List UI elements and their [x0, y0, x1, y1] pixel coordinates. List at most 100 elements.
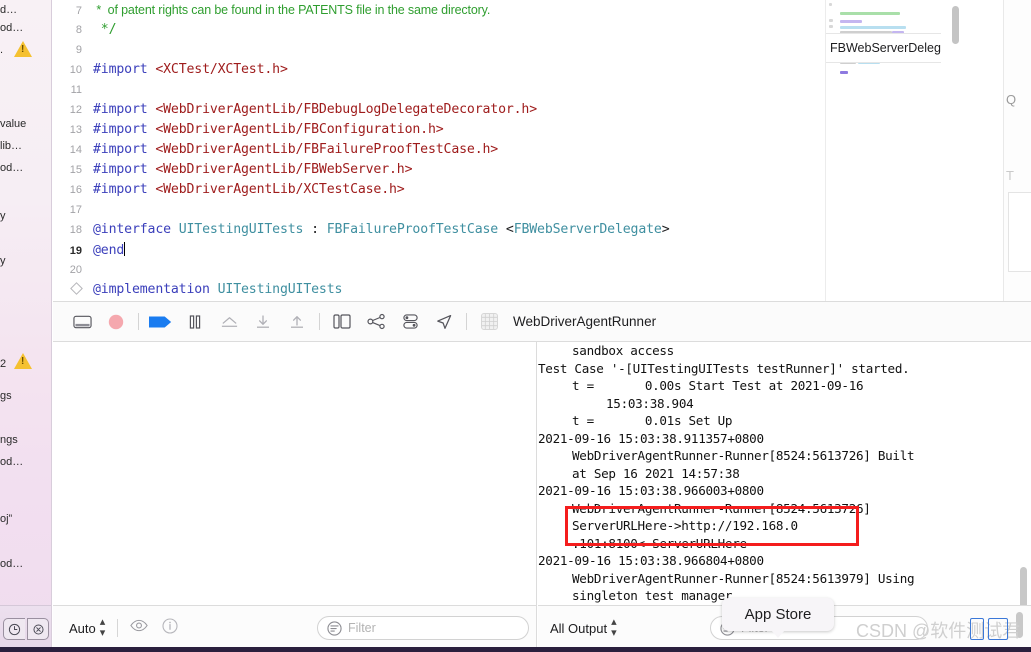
code-token: < — [498, 222, 514, 237]
simulate-location-button[interactable] — [427, 307, 461, 337]
navigator-entry-label[interactable]: 2 — [0, 358, 6, 370]
pause-icon — [189, 314, 201, 329]
navigator-entry-label[interactable]: oj” — [0, 513, 12, 525]
navigator-entry-label[interactable]: lib… — [0, 140, 22, 152]
navigator-entry-label[interactable]: gs — [0, 390, 12, 402]
debug-view-hierarchy-button[interactable] — [325, 307, 359, 337]
line-number[interactable]: 15 — [53, 160, 93, 180]
code-text: * of patent rights can be found in the P… — [93, 0, 490, 21]
line-number[interactable]: 19 — [53, 241, 93, 261]
line-number[interactable]: 11 — [53, 80, 93, 100]
step-into-button[interactable] — [246, 307, 280, 337]
eye-icon[interactable] — [130, 619, 149, 637]
variables-view[interactable] — [53, 342, 537, 605]
step-out-button[interactable] — [280, 307, 314, 337]
warning-triangle-icon[interactable] — [14, 353, 32, 369]
console-line: 2021-09-16 15:03:38.966003+0800 — [538, 483, 764, 498]
source-code-editor[interactable]: 7 * of patent rights can be found in the… — [53, 0, 965, 301]
code-text: #import <WebDriverAgentLib/FBDebugLogDel… — [93, 100, 537, 120]
code-token: #import — [93, 102, 148, 117]
inspector-panel-sliver[interactable]: Q T — [1003, 0, 1031, 301]
environment-overrides-button[interactable] — [393, 307, 427, 337]
line-number[interactable]: 20 — [53, 260, 93, 280]
debug-memory-graph-button[interactable] — [359, 307, 393, 337]
navigator-entry-label[interactable]: od… — [0, 22, 23, 34]
navigator-entry-label[interactable]: od… — [0, 162, 23, 174]
code-token: @interface — [93, 222, 171, 237]
bar-separator — [117, 619, 119, 637]
code-token: <WebDriverAgentLib/FBWebServer.h> — [155, 162, 413, 177]
code-token: */ — [93, 22, 117, 37]
continue-button[interactable] — [144, 307, 178, 337]
navigator-entry-label[interactable]: d… — [0, 4, 17, 16]
variables-bottom-bar[interactable]: Auto ▴ ▾ Filter — [53, 605, 537, 650]
line-number[interactable]: 17 — [53, 200, 93, 220]
line-number[interactable]: 13 — [53, 120, 93, 140]
navigator-entry-label[interactable]: ngs — [0, 434, 18, 446]
filter-icon — [327, 620, 342, 636]
navigator-filter-bar[interactable] — [0, 605, 51, 652]
code-token: * of patent rights can be found in the P… — [93, 3, 491, 17]
location-arrow-icon — [437, 314, 452, 329]
watermark-badge-right — [988, 618, 1008, 640]
debug-toolbar[interactable]: WebDriverAgentRunner — [53, 301, 1031, 342]
navigator-entry-label[interactable]: od… — [0, 456, 23, 468]
step-into-icon — [257, 314, 269, 328]
console-vertical-scrollbar[interactable] — [1020, 567, 1027, 605]
line-number[interactable]: 16 — [53, 180, 93, 200]
navigator-entry-label[interactable]: y — [0, 255, 6, 267]
code-text: @interface UITestingUITests : FBFailureP… — [93, 220, 670, 240]
navigator-entry-label[interactable]: od… — [0, 558, 23, 570]
console-line: t = 0.01s Set Up — [572, 413, 733, 428]
code-token: @end — [93, 243, 125, 258]
code-token: <WebDriverAgentLib/XCTestCase.h> — [155, 182, 405, 197]
chevron-updown-icon[interactable]: ▴ ▾ — [100, 617, 106, 639]
scheme-label[interactable]: WebDriverAgentRunner — [513, 314, 656, 329]
navigator-entry-label[interactable]: y — [0, 210, 6, 222]
navigator-entry-label[interactable]: value — [0, 118, 26, 130]
minimap-line-bar — [840, 71, 848, 74]
editor-minimap[interactable]: FBWebServerDelegate — [825, 0, 941, 301]
editor-vertical-scrollbar[interactable] — [952, 6, 959, 44]
left-navigator-panel[interactable]: d… od…. value lib… od… y y 2 gs ngs od… oj” od… — [0, 0, 52, 652]
minimap-symbol-tooltip: FBWebServerDelegate — [826, 33, 941, 63]
line-number[interactable]: 10 — [53, 60, 93, 80]
toolbar-separator-3 — [466, 313, 467, 330]
filter-issues-button[interactable] — [27, 618, 49, 640]
hide-debug-area-button[interactable] — [65, 307, 99, 337]
pause-button[interactable] — [178, 307, 212, 337]
code-token: <WebDriverAgentLib/FBDebugLogDelegateDec… — [155, 102, 538, 117]
breakpoint-round-icon — [108, 314, 124, 329]
variables-scope-popup[interactable]: Auto — [69, 621, 96, 636]
inspector-row-label — [1010, 70, 1013, 81]
line-number[interactable]: 12 — [53, 100, 93, 120]
deactivate-breakpoints-button[interactable] — [99, 307, 133, 337]
panel-bottom-icon — [72, 315, 92, 328]
variables-filter-field[interactable]: Filter — [317, 616, 529, 640]
line-number[interactable]: 8 — [53, 20, 93, 40]
code-fold-diamond-icon[interactable] — [53, 282, 93, 301]
navigator-entry-label[interactable]: . — [0, 44, 3, 56]
console-output-scope-popup[interactable]: All Output — [550, 621, 607, 636]
line-number[interactable]: 9 — [53, 40, 93, 60]
code-token: UITestingUITests — [217, 282, 343, 297]
code-token: FBWebServerDelegate — [513, 222, 662, 237]
step-over-button[interactable] — [212, 307, 246, 337]
code-token: #import — [93, 162, 148, 177]
recent-issues-button[interactable] — [3, 618, 25, 640]
xcode-window: d… od…. value lib… od… y y 2 gs ngs od… oj” od… 7 * … — [0, 0, 1031, 652]
console-view[interactable]: sandbox access Test Case '-[UITestingUITe… — [538, 342, 1031, 605]
minimap-line-bar — [840, 20, 862, 23]
line-number[interactable]: 7 — [53, 1, 93, 21]
code-text: #import <WebDriverAgentLib/FBConfigurati… — [93, 120, 444, 140]
code-token: <XCTest/XCTest.h> — [155, 62, 288, 77]
chevron-updown-icon-2[interactable]: ▴ ▾ — [611, 617, 617, 639]
code-token: UITestingUITests — [178, 222, 304, 237]
line-number[interactable]: 14 — [53, 140, 93, 160]
info-circle-icon[interactable] — [162, 617, 178, 639]
inspector-field-box[interactable] — [1008, 192, 1031, 272]
warning-triangle-icon[interactable] — [14, 41, 32, 57]
code-token: #import — [93, 122, 148, 137]
line-number[interactable]: 18 — [53, 220, 93, 240]
